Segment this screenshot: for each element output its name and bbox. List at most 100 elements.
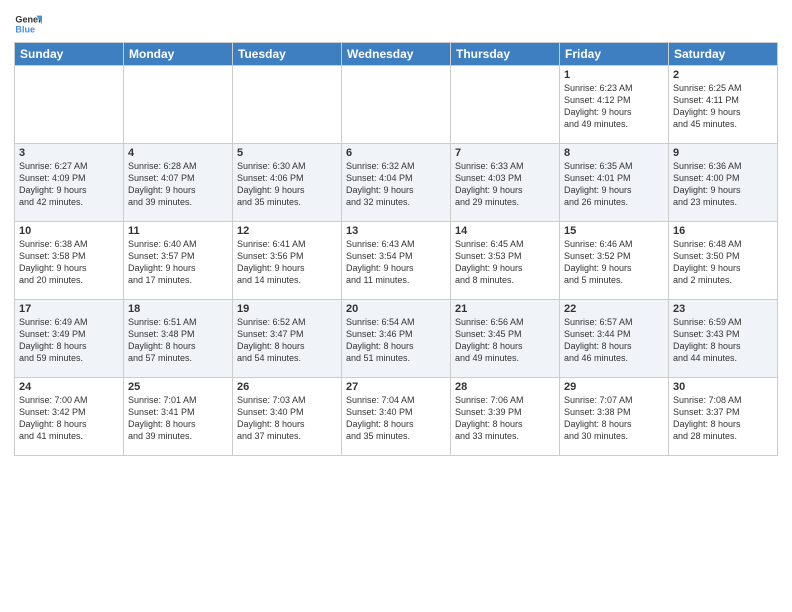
- day-info: Sunrise: 6:33 AM Sunset: 4:03 PM Dayligh…: [455, 160, 555, 209]
- day-number: 3: [19, 147, 119, 159]
- calendar-cell: 1Sunrise: 6:23 AM Sunset: 4:12 PM Daylig…: [560, 66, 669, 144]
- day-info: Sunrise: 6:45 AM Sunset: 3:53 PM Dayligh…: [455, 238, 555, 287]
- header: General Blue: [14, 10, 778, 38]
- day-info: Sunrise: 7:01 AM Sunset: 3:41 PM Dayligh…: [128, 394, 228, 443]
- calendar-cell: 4Sunrise: 6:28 AM Sunset: 4:07 PM Daylig…: [124, 144, 233, 222]
- calendar-cell: 29Sunrise: 7:07 AM Sunset: 3:38 PM Dayli…: [560, 378, 669, 456]
- weekday-sunday: Sunday: [15, 43, 124, 66]
- day-number: 14: [455, 225, 555, 237]
- calendar-week-5: 24Sunrise: 7:00 AM Sunset: 3:42 PM Dayli…: [15, 378, 778, 456]
- day-info: Sunrise: 6:36 AM Sunset: 4:00 PM Dayligh…: [673, 160, 773, 209]
- calendar-cell: 2Sunrise: 6:25 AM Sunset: 4:11 PM Daylig…: [669, 66, 778, 144]
- day-number: 5: [237, 147, 337, 159]
- day-info: Sunrise: 6:41 AM Sunset: 3:56 PM Dayligh…: [237, 238, 337, 287]
- calendar-cell: [15, 66, 124, 144]
- calendar-cell: 10Sunrise: 6:38 AM Sunset: 3:58 PM Dayli…: [15, 222, 124, 300]
- day-number: 12: [237, 225, 337, 237]
- day-info: Sunrise: 6:54 AM Sunset: 3:46 PM Dayligh…: [346, 316, 446, 365]
- day-number: 28: [455, 381, 555, 393]
- day-info: Sunrise: 7:07 AM Sunset: 3:38 PM Dayligh…: [564, 394, 664, 443]
- calendar-cell: 13Sunrise: 6:43 AM Sunset: 3:54 PM Dayli…: [342, 222, 451, 300]
- calendar-cell: [124, 66, 233, 144]
- calendar-cell: 3Sunrise: 6:27 AM Sunset: 4:09 PM Daylig…: [15, 144, 124, 222]
- day-number: 8: [564, 147, 664, 159]
- day-number: 2: [673, 69, 773, 81]
- day-info: Sunrise: 6:43 AM Sunset: 3:54 PM Dayligh…: [346, 238, 446, 287]
- calendar-cell: 17Sunrise: 6:49 AM Sunset: 3:49 PM Dayli…: [15, 300, 124, 378]
- weekday-friday: Friday: [560, 43, 669, 66]
- day-info: Sunrise: 7:00 AM Sunset: 3:42 PM Dayligh…: [19, 394, 119, 443]
- weekday-wednesday: Wednesday: [342, 43, 451, 66]
- day-info: Sunrise: 6:38 AM Sunset: 3:58 PM Dayligh…: [19, 238, 119, 287]
- day-info: Sunrise: 6:32 AM Sunset: 4:04 PM Dayligh…: [346, 160, 446, 209]
- day-info: Sunrise: 6:28 AM Sunset: 4:07 PM Dayligh…: [128, 160, 228, 209]
- day-number: 13: [346, 225, 446, 237]
- day-info: Sunrise: 7:04 AM Sunset: 3:40 PM Dayligh…: [346, 394, 446, 443]
- calendar-cell: 7Sunrise: 6:33 AM Sunset: 4:03 PM Daylig…: [451, 144, 560, 222]
- weekday-thursday: Thursday: [451, 43, 560, 66]
- calendar-cell: 9Sunrise: 6:36 AM Sunset: 4:00 PM Daylig…: [669, 144, 778, 222]
- calendar-cell: 14Sunrise: 6:45 AM Sunset: 3:53 PM Dayli…: [451, 222, 560, 300]
- day-info: Sunrise: 7:08 AM Sunset: 3:37 PM Dayligh…: [673, 394, 773, 443]
- calendar-cell: 26Sunrise: 7:03 AM Sunset: 3:40 PM Dayli…: [233, 378, 342, 456]
- calendar-cell: [451, 66, 560, 144]
- day-number: 15: [564, 225, 664, 237]
- calendar-cell: 25Sunrise: 7:01 AM Sunset: 3:41 PM Dayli…: [124, 378, 233, 456]
- calendar-cell: 6Sunrise: 6:32 AM Sunset: 4:04 PM Daylig…: [342, 144, 451, 222]
- day-info: Sunrise: 6:52 AM Sunset: 3:47 PM Dayligh…: [237, 316, 337, 365]
- day-number: 20: [346, 303, 446, 315]
- day-info: Sunrise: 6:57 AM Sunset: 3:44 PM Dayligh…: [564, 316, 664, 365]
- day-info: Sunrise: 6:30 AM Sunset: 4:06 PM Dayligh…: [237, 160, 337, 209]
- calendar-cell: 30Sunrise: 7:08 AM Sunset: 3:37 PM Dayli…: [669, 378, 778, 456]
- day-number: 27: [346, 381, 446, 393]
- day-info: Sunrise: 6:46 AM Sunset: 3:52 PM Dayligh…: [564, 238, 664, 287]
- calendar-week-3: 10Sunrise: 6:38 AM Sunset: 3:58 PM Dayli…: [15, 222, 778, 300]
- calendar-cell: [342, 66, 451, 144]
- day-number: 25: [128, 381, 228, 393]
- day-info: Sunrise: 7:06 AM Sunset: 3:39 PM Dayligh…: [455, 394, 555, 443]
- weekday-header-row: SundayMondayTuesdayWednesdayThursdayFrid…: [15, 43, 778, 66]
- calendar-cell: 11Sunrise: 6:40 AM Sunset: 3:57 PM Dayli…: [124, 222, 233, 300]
- day-info: Sunrise: 7:03 AM Sunset: 3:40 PM Dayligh…: [237, 394, 337, 443]
- calendar-cell: 28Sunrise: 7:06 AM Sunset: 3:39 PM Dayli…: [451, 378, 560, 456]
- day-number: 21: [455, 303, 555, 315]
- calendar-cell: 20Sunrise: 6:54 AM Sunset: 3:46 PM Dayli…: [342, 300, 451, 378]
- calendar-cell: 5Sunrise: 6:30 AM Sunset: 4:06 PM Daylig…: [233, 144, 342, 222]
- day-number: 7: [455, 147, 555, 159]
- day-number: 16: [673, 225, 773, 237]
- day-info: Sunrise: 6:51 AM Sunset: 3:48 PM Dayligh…: [128, 316, 228, 365]
- calendar-cell: 18Sunrise: 6:51 AM Sunset: 3:48 PM Dayli…: [124, 300, 233, 378]
- day-number: 29: [564, 381, 664, 393]
- page-container: General Blue SundayMondayTuesdayWednesda…: [0, 0, 792, 464]
- calendar-cell: 22Sunrise: 6:57 AM Sunset: 3:44 PM Dayli…: [560, 300, 669, 378]
- day-info: Sunrise: 6:23 AM Sunset: 4:12 PM Dayligh…: [564, 82, 664, 131]
- day-info: Sunrise: 6:56 AM Sunset: 3:45 PM Dayligh…: [455, 316, 555, 365]
- calendar-cell: 23Sunrise: 6:59 AM Sunset: 3:43 PM Dayli…: [669, 300, 778, 378]
- day-number: 1: [564, 69, 664, 81]
- calendar-cell: 15Sunrise: 6:46 AM Sunset: 3:52 PM Dayli…: [560, 222, 669, 300]
- day-info: Sunrise: 6:35 AM Sunset: 4:01 PM Dayligh…: [564, 160, 664, 209]
- day-info: Sunrise: 6:48 AM Sunset: 3:50 PM Dayligh…: [673, 238, 773, 287]
- calendar-week-1: 1Sunrise: 6:23 AM Sunset: 4:12 PM Daylig…: [15, 66, 778, 144]
- calendar-week-4: 17Sunrise: 6:49 AM Sunset: 3:49 PM Dayli…: [15, 300, 778, 378]
- day-number: 9: [673, 147, 773, 159]
- day-info: Sunrise: 6:49 AM Sunset: 3:49 PM Dayligh…: [19, 316, 119, 365]
- calendar-cell: 21Sunrise: 6:56 AM Sunset: 3:45 PM Dayli…: [451, 300, 560, 378]
- svg-text:Blue: Blue: [15, 24, 35, 34]
- calendar-cell: 8Sunrise: 6:35 AM Sunset: 4:01 PM Daylig…: [560, 144, 669, 222]
- weekday-tuesday: Tuesday: [233, 43, 342, 66]
- day-number: 11: [128, 225, 228, 237]
- logo: General Blue: [14, 10, 42, 38]
- calendar-cell: 19Sunrise: 6:52 AM Sunset: 3:47 PM Dayli…: [233, 300, 342, 378]
- day-info: Sunrise: 6:25 AM Sunset: 4:11 PM Dayligh…: [673, 82, 773, 131]
- calendar-cell: 12Sunrise: 6:41 AM Sunset: 3:56 PM Dayli…: [233, 222, 342, 300]
- logo-icon: General Blue: [14, 10, 42, 38]
- day-number: 26: [237, 381, 337, 393]
- day-number: 22: [564, 303, 664, 315]
- day-number: 30: [673, 381, 773, 393]
- day-number: 17: [19, 303, 119, 315]
- weekday-saturday: Saturday: [669, 43, 778, 66]
- day-number: 23: [673, 303, 773, 315]
- day-info: Sunrise: 6:59 AM Sunset: 3:43 PM Dayligh…: [673, 316, 773, 365]
- calendar-cell: [233, 66, 342, 144]
